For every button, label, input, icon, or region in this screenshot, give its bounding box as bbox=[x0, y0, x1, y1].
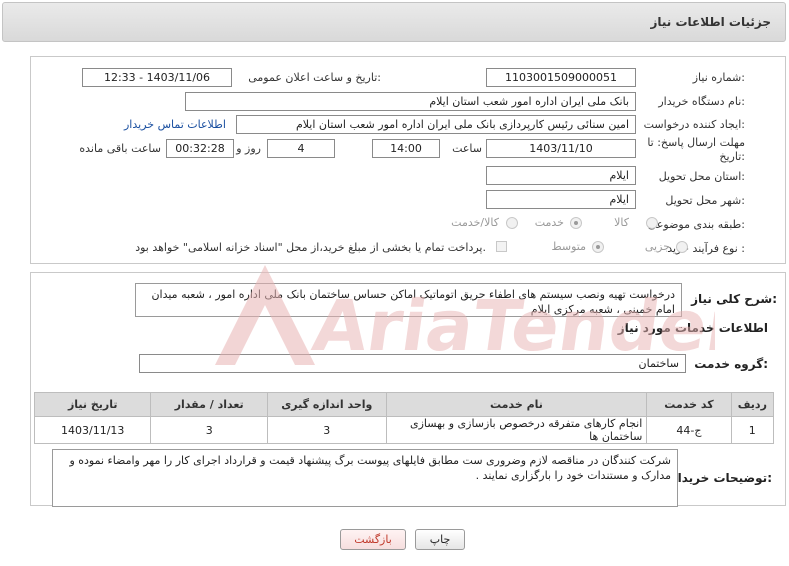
need-number-field: 1103001509000051 bbox=[486, 68, 636, 87]
cell-row: 1 bbox=[730, 416, 775, 444]
services-title: اطلاعات خدمات مورد نیاز bbox=[617, 321, 768, 335]
category-goods-service-radio[interactable] bbox=[506, 217, 518, 229]
buyer-contact-link[interactable]: اطلاعات تماس خریدار bbox=[124, 118, 226, 131]
category-goods-label: کالا bbox=[614, 216, 629, 229]
announce-datetime-label: تاریخ و ساعت اعلان عمومی: bbox=[248, 71, 381, 84]
process-minor-label: جزیی bbox=[644, 240, 670, 253]
col-row: ردیف bbox=[730, 392, 775, 417]
col-unit: واحد اندازه گیری bbox=[266, 392, 387, 417]
delivery-province-field: ایلام bbox=[486, 166, 636, 185]
page-title: جزئیات اطلاعات نیاز bbox=[650, 15, 771, 29]
buyer-notes-label: توضیحات خریدار: bbox=[670, 471, 772, 485]
cell-unit: 3 bbox=[266, 416, 387, 444]
col-date: تاریخ نیاز bbox=[33, 392, 152, 417]
cell-code: ج-44 bbox=[646, 416, 732, 444]
cell-date: 1403/11/13 bbox=[33, 416, 152, 444]
cell-qty: 3 bbox=[150, 416, 268, 444]
cell-name: انجام کارهای متفرقه درخصوص بازسازی و بهس… bbox=[385, 416, 648, 444]
col-code: کد خدمت bbox=[646, 392, 732, 417]
table-row: 1 ج-44 انجام کارهای متفرقه درخصوص بازساز… bbox=[33, 416, 775, 444]
delivery-city-field: ایلام bbox=[486, 190, 636, 209]
category-label: طبقه بندی موضوعی: bbox=[647, 218, 745, 231]
summary-label: شرح کلی نیاز: bbox=[691, 292, 777, 306]
deadline-date-field: 1403/11/10 bbox=[486, 139, 636, 158]
process-medium-radio[interactable] bbox=[592, 241, 604, 253]
treasury-payment-checkbox[interactable] bbox=[496, 241, 507, 252]
buyer-org-field: بانک ملی ایران اداره امور شعب استان ایلا… bbox=[185, 92, 636, 111]
remaining-time-field: 00:32:28 bbox=[166, 139, 234, 158]
requester-label: ایجاد کننده درخواست: bbox=[643, 118, 745, 131]
days-label: روز و bbox=[236, 142, 261, 155]
col-name: نام خدمت bbox=[385, 392, 648, 417]
announce-datetime-field: 1403/11/06 - 12:33 bbox=[82, 68, 232, 87]
category-goods-radio[interactable] bbox=[646, 217, 658, 229]
process-minor-radio[interactable] bbox=[676, 241, 688, 253]
deadline-label: مهلت ارسال پاسخ: تا تاریخ: bbox=[647, 136, 745, 163]
remaining-label: ساعت باقی مانده bbox=[79, 142, 161, 155]
services-table-header: ردیف کد خدمت نام خدمت واحد اندازه گیری ت… bbox=[33, 392, 775, 417]
delivery-province-label: استان محل تحویل: bbox=[658, 170, 745, 183]
category-goods-service-label: کالا/خدمت bbox=[451, 216, 499, 229]
category-service-radio[interactable] bbox=[570, 217, 582, 229]
need-number-label: شماره نیاز: bbox=[692, 71, 745, 84]
deadline-time-field: 14:00 bbox=[372, 139, 440, 158]
days-field: 4 bbox=[267, 139, 335, 158]
services-table: ردیف کد خدمت نام خدمت واحد اندازه گیری ت… bbox=[33, 392, 775, 444]
category-service-label: خدمت bbox=[534, 216, 564, 229]
back-button[interactable]: بازگشت bbox=[340, 529, 406, 550]
deadline-time-label: ساعت bbox=[452, 142, 482, 155]
payment-note: پرداخت تمام یا بخشی از مبلغ خرید،از محل … bbox=[135, 241, 486, 254]
requester-field: امین سنائی رئیس کارپردازی بانک ملی ایران… bbox=[236, 115, 636, 134]
service-group-field: ساختمان bbox=[139, 354, 686, 373]
summary-textarea: درخواست تهیه ونصب سیستم های اطفاء حریق ا… bbox=[135, 283, 682, 317]
delivery-city-label: شهر محل تحویل: bbox=[665, 194, 745, 207]
service-group-label: گروه خدمت: bbox=[694, 357, 768, 371]
print-button[interactable]: چاپ bbox=[415, 529, 465, 550]
process-medium-label: متوسط bbox=[551, 240, 586, 253]
buyer-org-label: نام دستگاه خریدار: bbox=[658, 95, 745, 108]
page-header: جزئیات اطلاعات نیاز bbox=[2, 2, 786, 42]
buyer-notes-textarea: شرکت کنندگان در مناقصه لازم وضروری ست مط… bbox=[52, 449, 678, 507]
col-qty: تعداد / مقدار bbox=[150, 392, 268, 417]
